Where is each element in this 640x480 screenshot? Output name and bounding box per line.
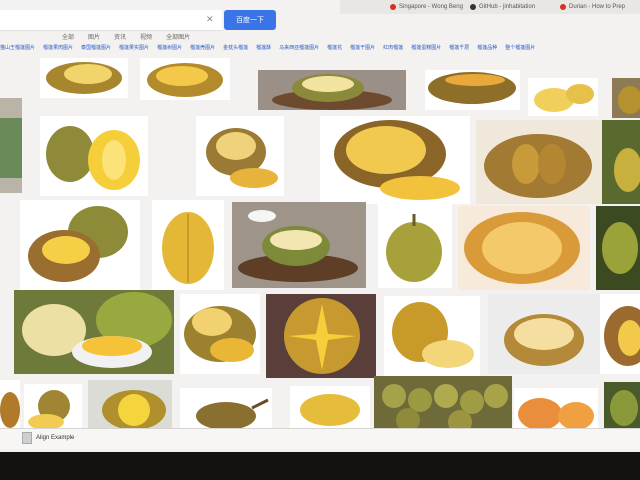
download-bar: Align Example	[0, 428, 640, 449]
image-result[interactable]	[596, 206, 640, 290]
image-result[interactable]	[196, 116, 284, 196]
related-chip[interactable]: 马来西亚榴莲图片	[279, 44, 319, 54]
related-chip[interactable]: 榴莲果实图片	[119, 44, 149, 54]
image-result[interactable]	[290, 386, 370, 428]
browser-screen: Singapore - Wong Beng GitHub - jinhabita…	[0, 0, 640, 452]
image-result[interactable]	[602, 120, 640, 204]
related-chip[interactable]: 榴莲蛋糕图片	[411, 44, 441, 54]
download-item[interactable]: Align Example	[22, 432, 74, 444]
search-input[interactable]	[0, 10, 222, 31]
image-result[interactable]	[152, 200, 224, 290]
filter-tabs: 全部 图片 资讯 视频 全部图片	[0, 32, 190, 42]
browser-tab[interactable]: Singapore - Wong Beng	[390, 1, 463, 13]
image-result[interactable]	[384, 296, 480, 376]
image-result[interactable]	[604, 382, 640, 428]
image-result[interactable]	[20, 200, 140, 292]
related-searches: 猫山王榴莲图片 榴莲果肉图片 泰国榴莲图片 榴莲果实图片 榴莲树图片 榴莲壳图片…	[0, 44, 535, 54]
image-result[interactable]	[266, 294, 376, 378]
filter-tab[interactable]: 全部图片	[166, 32, 190, 42]
browser-tab-strip: Singapore - Wong Beng GitHub - jinhabita…	[340, 0, 640, 14]
image-result[interactable]	[374, 376, 512, 428]
image-result[interactable]	[40, 116, 148, 196]
image-result[interactable]	[40, 58, 128, 98]
tab-favicon-icon	[390, 4, 396, 10]
tab-favicon-icon	[470, 4, 476, 10]
image-result[interactable]	[0, 380, 20, 428]
image-result[interactable]	[88, 380, 172, 428]
image-result[interactable]	[24, 384, 82, 428]
image-result[interactable]	[612, 78, 640, 118]
tab-label: Durian - How to Prep	[569, 4, 626, 10]
related-chip[interactable]: 榴莲品种	[477, 44, 497, 54]
related-chip[interactable]: 榴莲千层	[449, 44, 469, 54]
image-result[interactable]	[458, 206, 590, 290]
image-result[interactable]	[514, 388, 598, 428]
image-result[interactable]	[232, 202, 366, 288]
file-icon	[22, 432, 32, 444]
image-result[interactable]	[0, 98, 22, 193]
tab-label: Singapore - Wong Beng	[399, 4, 463, 10]
search-button[interactable]: 百度一下	[224, 10, 276, 30]
image-result[interactable]	[320, 116, 470, 204]
related-chip[interactable]: 金枕头榴莲	[223, 44, 248, 54]
related-chip[interactable]: 榴莲花	[327, 44, 342, 54]
related-chip[interactable]: 泰国榴莲图片	[81, 44, 111, 54]
related-chip[interactable]: 红肉榴莲	[383, 44, 403, 54]
image-result[interactable]	[258, 70, 406, 110]
filter-tab[interactable]: 图片	[88, 32, 100, 42]
tab-label: GitHub - jinhabitation	[479, 4, 536, 10]
image-result[interactable]	[14, 290, 174, 374]
related-chip[interactable]: 榴莲壳图片	[190, 44, 215, 54]
related-chip[interactable]: 猫山王榴莲图片	[0, 44, 35, 54]
image-result[interactable]	[180, 294, 260, 374]
related-chip[interactable]: 整个榴莲图片	[505, 44, 535, 54]
related-chip[interactable]: 榴莲干图片	[350, 44, 375, 54]
image-results-grid	[0, 58, 640, 430]
tab-favicon-icon	[560, 4, 566, 10]
image-result[interactable]	[528, 78, 598, 116]
filter-tab[interactable]: 资讯	[114, 32, 126, 42]
related-chip[interactable]: 榴莲树图片	[157, 44, 182, 54]
image-result[interactable]	[140, 58, 230, 100]
image-result[interactable]	[425, 70, 520, 110]
image-result[interactable]	[488, 294, 600, 374]
filter-tab[interactable]: 视频	[140, 32, 152, 42]
download-filename: Align Example	[36, 435, 75, 441]
related-chip[interactable]: 榴莲果肉图片	[43, 44, 73, 54]
browser-tab[interactable]: GitHub - jinhabitation	[470, 1, 535, 13]
filter-tab[interactable]: 全部	[62, 32, 74, 42]
close-icon[interactable]: ✕	[206, 13, 214, 25]
image-result[interactable]	[378, 204, 452, 288]
image-result[interactable]	[476, 120, 602, 204]
related-chip[interactable]: 榴莲酥	[256, 44, 271, 54]
browser-tab[interactable]: Durian - How to Prep	[560, 1, 625, 13]
image-result[interactable]	[600, 294, 640, 374]
image-result[interactable]	[180, 388, 272, 428]
